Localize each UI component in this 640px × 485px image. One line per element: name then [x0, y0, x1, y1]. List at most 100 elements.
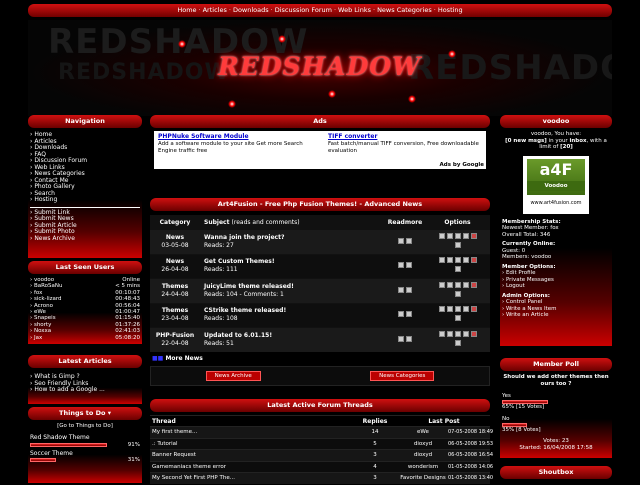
todo-link[interactable]: [Go to Things to Do]: [30, 423, 140, 429]
nav-link-label[interactable]: Hosting: [34, 196, 57, 203]
print-icon[interactable]: [438, 281, 445, 288]
forum-thread[interactable]: My Second Yet First PHP The...: [150, 473, 352, 484]
news-category-name[interactable]: News: [150, 234, 200, 242]
edit-icon[interactable]: [462, 232, 469, 239]
print-icon[interactable]: [438, 306, 445, 313]
comments-icon[interactable]: [406, 237, 412, 244]
more-news-link[interactable]: ■■ More News: [150, 352, 490, 366]
member-option-label[interactable]: Edit Profile: [506, 270, 536, 276]
pdf-icon[interactable]: [454, 330, 461, 337]
user-name[interactable]: Acrono: [34, 303, 53, 309]
ads-by-google[interactable]: Ads by Google: [440, 162, 484, 168]
user-name[interactable]: Noxxa: [34, 328, 51, 334]
article-link[interactable]: › How to add a Google ...: [30, 386, 140, 394]
pdf-icon[interactable]: [454, 306, 461, 313]
user-name[interactable]: sick-lizard: [34, 296, 62, 302]
email-icon[interactable]: [446, 281, 453, 288]
comments-icon[interactable]: [406, 286, 412, 293]
forum-last-user[interactable]: dioxyd: [398, 450, 448, 461]
forum-last-user[interactable]: eWe: [398, 427, 448, 438]
news-archive-button[interactable]: News Archive: [205, 370, 261, 381]
admin-option-label[interactable]: Write a News Item: [506, 306, 557, 312]
delete-icon[interactable]: [470, 306, 477, 313]
print-icon[interactable]: [438, 330, 445, 337]
email-icon[interactable]: [446, 257, 453, 264]
forum-last-user[interactable]: Favorite Designs: [398, 473, 448, 484]
news-categories-button[interactable]: News Categories: [370, 370, 435, 381]
forum-thread[interactable]: Banner Request: [150, 450, 352, 461]
email-icon[interactable]: [446, 306, 453, 313]
forum-last-user[interactable]: dioxyd: [398, 439, 448, 450]
topnav-link[interactable]: Discussion Forum: [275, 6, 332, 14]
topnav-link[interactable]: News Categories: [377, 6, 432, 14]
bookmark-icon[interactable]: [454, 339, 461, 346]
forum-thread[interactable]: .: Tutorial: [150, 439, 352, 450]
user-name[interactable]: Snapeis: [34, 315, 56, 321]
print-icon[interactable]: [438, 257, 445, 264]
readmore-icon[interactable]: [398, 311, 404, 318]
forum-thread[interactable]: My first theme...: [150, 427, 352, 438]
comments-icon[interactable]: [406, 335, 412, 342]
ad-1-title[interactable]: PHPNuke Software Module: [158, 133, 320, 140]
member-option-label[interactable]: Logout: [506, 283, 525, 289]
news-category-name[interactable]: Themes: [150, 283, 200, 291]
forum-last-user[interactable]: wonderism: [398, 462, 448, 473]
topnav-link[interactable]: Hosting: [438, 6, 463, 14]
news-title[interactable]: Get Custom Themes!: [204, 258, 385, 266]
member-option-link[interactable]: › Logout: [502, 283, 610, 290]
ad-1[interactable]: PHPNuke Software Module Add a software m…: [158, 133, 320, 167]
news-category-name[interactable]: News: [150, 258, 200, 266]
pdf-icon[interactable]: [454, 232, 461, 239]
edit-icon[interactable]: [462, 281, 469, 288]
user-name[interactable]: shorty: [34, 322, 51, 328]
email-icon[interactable]: [446, 330, 453, 337]
news-title[interactable]: CStrike theme released!: [204, 307, 385, 315]
topnav-link[interactable]: Home: [177, 6, 196, 14]
inbox-link[interactable]: inbox: [569, 138, 586, 144]
submit-link[interactable]: › News Archive: [30, 235, 140, 243]
bookmark-icon[interactable]: [454, 315, 461, 322]
forum-thread[interactable]: Gamemaniacs theme error: [150, 462, 352, 473]
admin-option-label[interactable]: Control Panel: [506, 299, 542, 305]
readmore-icon[interactable]: [398, 335, 404, 342]
delete-icon[interactable]: [470, 232, 477, 239]
news-title[interactable]: Updated to 6.01.15!: [204, 332, 385, 340]
readmore-icon[interactable]: [398, 262, 404, 269]
print-icon[interactable]: [438, 232, 445, 239]
last-seen-user[interactable]: › Jax: [30, 335, 42, 341]
bookmark-icon[interactable]: [454, 266, 461, 273]
news-category-name[interactable]: Themes: [150, 307, 200, 315]
todo-dropdown-icon[interactable]: ▾: [108, 409, 111, 417]
ad-2-title[interactable]: TIFF converter: [328, 133, 482, 140]
email-icon[interactable]: [446, 232, 453, 239]
submit-link-label[interactable]: News Archive: [34, 235, 75, 242]
readmore-icon[interactable]: [398, 286, 404, 293]
pdf-icon[interactable]: [454, 281, 461, 288]
news-title[interactable]: Wanna join the project?: [204, 234, 385, 242]
nav-link[interactable]: › Hosting: [30, 196, 140, 204]
edit-icon[interactable]: [462, 306, 469, 313]
user-name[interactable]: BaRoSaNu: [34, 283, 63, 289]
delete-icon[interactable]: [470, 330, 477, 337]
user-name[interactable]: Jax: [34, 335, 42, 341]
user-name[interactable]: voodoo: [34, 277, 54, 283]
edit-icon[interactable]: [462, 257, 469, 264]
admin-option-link[interactable]: › Write an Article: [502, 312, 610, 319]
user-name[interactable]: eWe: [34, 309, 46, 315]
comments-icon[interactable]: [406, 262, 412, 269]
topnav-link[interactable]: Downloads: [233, 6, 269, 14]
bookmark-icon[interactable]: [454, 290, 461, 297]
delete-icon[interactable]: [470, 281, 477, 288]
topnav-link[interactable]: Web Links: [338, 6, 371, 14]
article-title[interactable]: How to add a Google ...: [34, 386, 105, 393]
bookmark-icon[interactable]: [454, 241, 461, 248]
news-title[interactable]: JuicyLime theme released!: [204, 283, 385, 291]
readmore-icon[interactable]: [398, 237, 404, 244]
user-name[interactable]: fox: [34, 290, 42, 296]
admin-option-label[interactable]: Write an Article: [506, 312, 549, 318]
pdf-icon[interactable]: [454, 257, 461, 264]
comments-icon[interactable]: [406, 311, 412, 318]
edit-icon[interactable]: [462, 330, 469, 337]
site-logo[interactable]: REDSHADOW: [218, 52, 421, 81]
news-category-name[interactable]: PHP-Fusion: [150, 332, 200, 340]
